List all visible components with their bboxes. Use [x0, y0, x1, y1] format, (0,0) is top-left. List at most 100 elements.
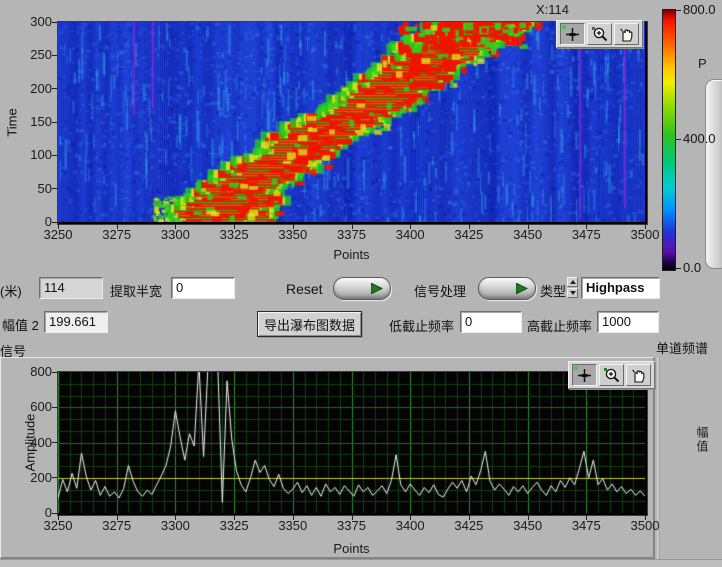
hand-icon — [618, 26, 636, 42]
waveform-y-tickmark — [52, 407, 57, 408]
waveform-x-tickmark — [234, 515, 235, 520]
high-cutoff-label: 高截止频率 — [527, 316, 592, 335]
waveform-x-tickmark — [469, 515, 470, 520]
waterfall-y-tickmark — [52, 155, 57, 156]
color-scale-tick-label: 800.0 — [683, 2, 716, 17]
waveform-x-tick-label: 3450 — [508, 518, 548, 533]
right-panel-vertical-axis-label: 幅值 — [694, 426, 711, 454]
waveform-x-axis-title: Points — [58, 541, 645, 556]
waterfall-heatmap-canvas[interactable] — [58, 22, 645, 222]
waveform-y-tickmark — [52, 477, 57, 478]
waveform-x-tick-label: 3375 — [332, 518, 372, 533]
waterfall-x-tick-label: 3350 — [273, 227, 313, 242]
waterfall-cursor-readout: X:114 — [536, 2, 569, 17]
filter-type-label: 类型 — [540, 281, 566, 300]
waveform-x-tickmark — [117, 515, 118, 520]
waterfall-x-axis-title: Points — [58, 247, 645, 262]
up-arrow-icon — [570, 280, 576, 284]
high-cutoff-field[interactable]: 1000 — [597, 311, 659, 333]
waterfall-y-tick-label: 250 — [10, 47, 52, 62]
waterfall-graph-palette — [556, 20, 643, 48]
cursor-tool-led — [562, 25, 566, 29]
signal-processing-toggle[interactable] — [478, 277, 536, 300]
waterfall-y-tickmark — [52, 88, 57, 89]
waterfall-x-tick-label: 3500 — [625, 227, 665, 242]
zoom-tool-button[interactable] — [599, 364, 624, 386]
waterfall-y-tick-label: 150 — [10, 114, 52, 129]
green-arrow-icon — [516, 283, 528, 294]
waterfall-y-tick-label: 100 — [10, 147, 52, 162]
waterfall-x-tickmark — [645, 224, 646, 229]
waterfall-x-tick-label: 3400 — [390, 227, 430, 242]
waterfall-x-tick-label: 3425 — [449, 227, 489, 242]
waveform-y-tick-label: 800 — [10, 364, 52, 379]
waterfall-plot[interactable] — [57, 21, 648, 225]
waterfall-y-tick-label: 300 — [10, 14, 52, 29]
waveform-x-tickmark — [586, 515, 587, 520]
waterfall-x-tickmark — [234, 224, 235, 229]
waveform-x-tick-label: 3275 — [97, 518, 137, 533]
waveform-y-tickmark — [52, 442, 57, 443]
signal-processing-label: 信号处理 — [414, 281, 466, 300]
waveform-x-tick-label: 3350 — [273, 518, 313, 533]
filter-type-field[interactable]: Highpass — [581, 277, 660, 299]
window-bottom-strip — [0, 559, 722, 567]
reset-toggle-button[interactable] — [333, 277, 391, 300]
waterfall-x-tickmark — [58, 224, 59, 229]
zoom-tool-button[interactable] — [587, 23, 612, 45]
right-edge-vertical-slider[interactable] — [705, 79, 722, 269]
waveform-y-tickmark — [52, 513, 57, 514]
low-cutoff-label: 低截止频率 — [389, 316, 454, 335]
export-waterfall-data-button[interactable]: 导出瀑布图数据 — [257, 311, 362, 337]
app-window: X:114 Time Points — [0, 0, 722, 567]
cursor-tool-led — [574, 366, 578, 370]
crosshair-icon — [576, 368, 593, 383]
waveform-x-tickmark — [58, 515, 59, 520]
spinner-up-button[interactable] — [567, 277, 578, 287]
crosshair-icon — [564, 27, 581, 42]
pan-tool-button[interactable] — [626, 364, 651, 386]
color-scale-tick-label: 400.0 — [683, 131, 716, 146]
spinner-down-button[interactable] — [567, 288, 578, 298]
waterfall-x-tick-label: 3250 — [38, 227, 78, 242]
waveform-x-tick-label: 3325 — [214, 518, 254, 533]
waveform-x-tickmark — [645, 515, 646, 520]
waveform-canvas[interactable] — [58, 372, 645, 513]
cursor-tool-button[interactable] — [572, 364, 597, 386]
half-width-field[interactable]: 0 — [171, 277, 235, 299]
low-cutoff-field[interactable]: 0 — [460, 311, 522, 333]
amplitude2-field[interactable]: 199.661 — [44, 311, 108, 333]
waveform-x-tickmark — [293, 515, 294, 520]
waterfall-y-tickmark — [52, 122, 57, 123]
green-arrow-icon — [371, 283, 383, 294]
waveform-x-tickmark — [175, 515, 176, 520]
down-arrow-icon — [570, 291, 576, 295]
waveform-x-tickmark — [410, 515, 411, 520]
waveform-x-tick-label: 3250 — [38, 518, 78, 533]
waveform-x-tick-label: 3475 — [566, 518, 606, 533]
waterfall-x-tick-label: 3450 — [508, 227, 548, 242]
waterfall-x-tickmark — [175, 224, 176, 229]
amplitude2-label: 幅值 2 — [2, 315, 39, 334]
color-scale-tickmark — [676, 10, 681, 11]
waveform-x-tick-label: 3300 — [155, 518, 195, 533]
waterfall-x-tickmark — [352, 224, 353, 229]
hand-icon — [630, 367, 648, 383]
single-channel-section-label: 单道频谱 — [656, 338, 722, 357]
waterfall-x-tickmark — [410, 224, 411, 229]
waterfall-x-tick-label: 3375 — [332, 227, 372, 242]
waterfall-y-tickmark — [52, 22, 57, 23]
waveform-plot[interactable] — [57, 371, 648, 516]
cursor-tool-button[interactable] — [560, 23, 585, 45]
distance-field[interactable]: 114 — [39, 277, 103, 299]
waterfall-x-tickmark — [293, 224, 294, 229]
waveform-y-tick-label: 600 — [10, 399, 52, 414]
waterfall-y-tick-label: 50 — [10, 181, 52, 196]
pan-tool-button[interactable] — [614, 23, 639, 45]
half-width-label: 提取半宽 — [110, 281, 162, 300]
magnifier-icon — [603, 367, 621, 383]
waveform-x-tickmark — [352, 515, 353, 520]
filter-type-spinner[interactable] — [567, 277, 578, 298]
right-panel-partial-label: P — [698, 56, 707, 71]
waveform-graph-palette — [568, 361, 655, 389]
